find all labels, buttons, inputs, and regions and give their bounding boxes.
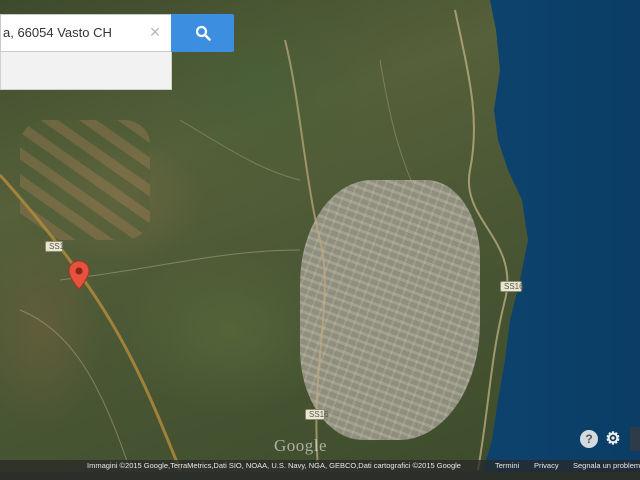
gear-icon[interactable]: ⚙ bbox=[604, 430, 622, 448]
road-shield: SS16 bbox=[305, 409, 329, 420]
attribution-copyright: Immagini ©2015 Google,TerraMetrics,Dati … bbox=[87, 461, 461, 470]
attribution-bar: Immagini ©2015 Google,TerraMetrics,Dati … bbox=[0, 460, 640, 472]
terms-link[interactable]: Termini bbox=[495, 460, 519, 472]
report-problem-link[interactable]: Segnala un problema bbox=[573, 460, 640, 472]
search-box: a, 66054 Vasto CH × bbox=[0, 10, 234, 90]
map-pin-icon[interactable] bbox=[68, 260, 90, 290]
map-side-control[interactable] bbox=[630, 427, 640, 451]
road-shield: SS16 bbox=[500, 281, 524, 292]
search-suggestions-panel[interactable] bbox=[0, 52, 172, 90]
help-button[interactable]: ? bbox=[580, 430, 598, 448]
close-icon[interactable]: × bbox=[146, 22, 164, 42]
road-shield: SS16 bbox=[45, 241, 69, 252]
google-logo: Google bbox=[274, 436, 328, 455]
search-button[interactable] bbox=[171, 14, 234, 52]
privacy-link[interactable]: Privacy bbox=[534, 460, 559, 472]
search-icon bbox=[195, 25, 211, 41]
screen-bezel bbox=[0, 472, 640, 480]
